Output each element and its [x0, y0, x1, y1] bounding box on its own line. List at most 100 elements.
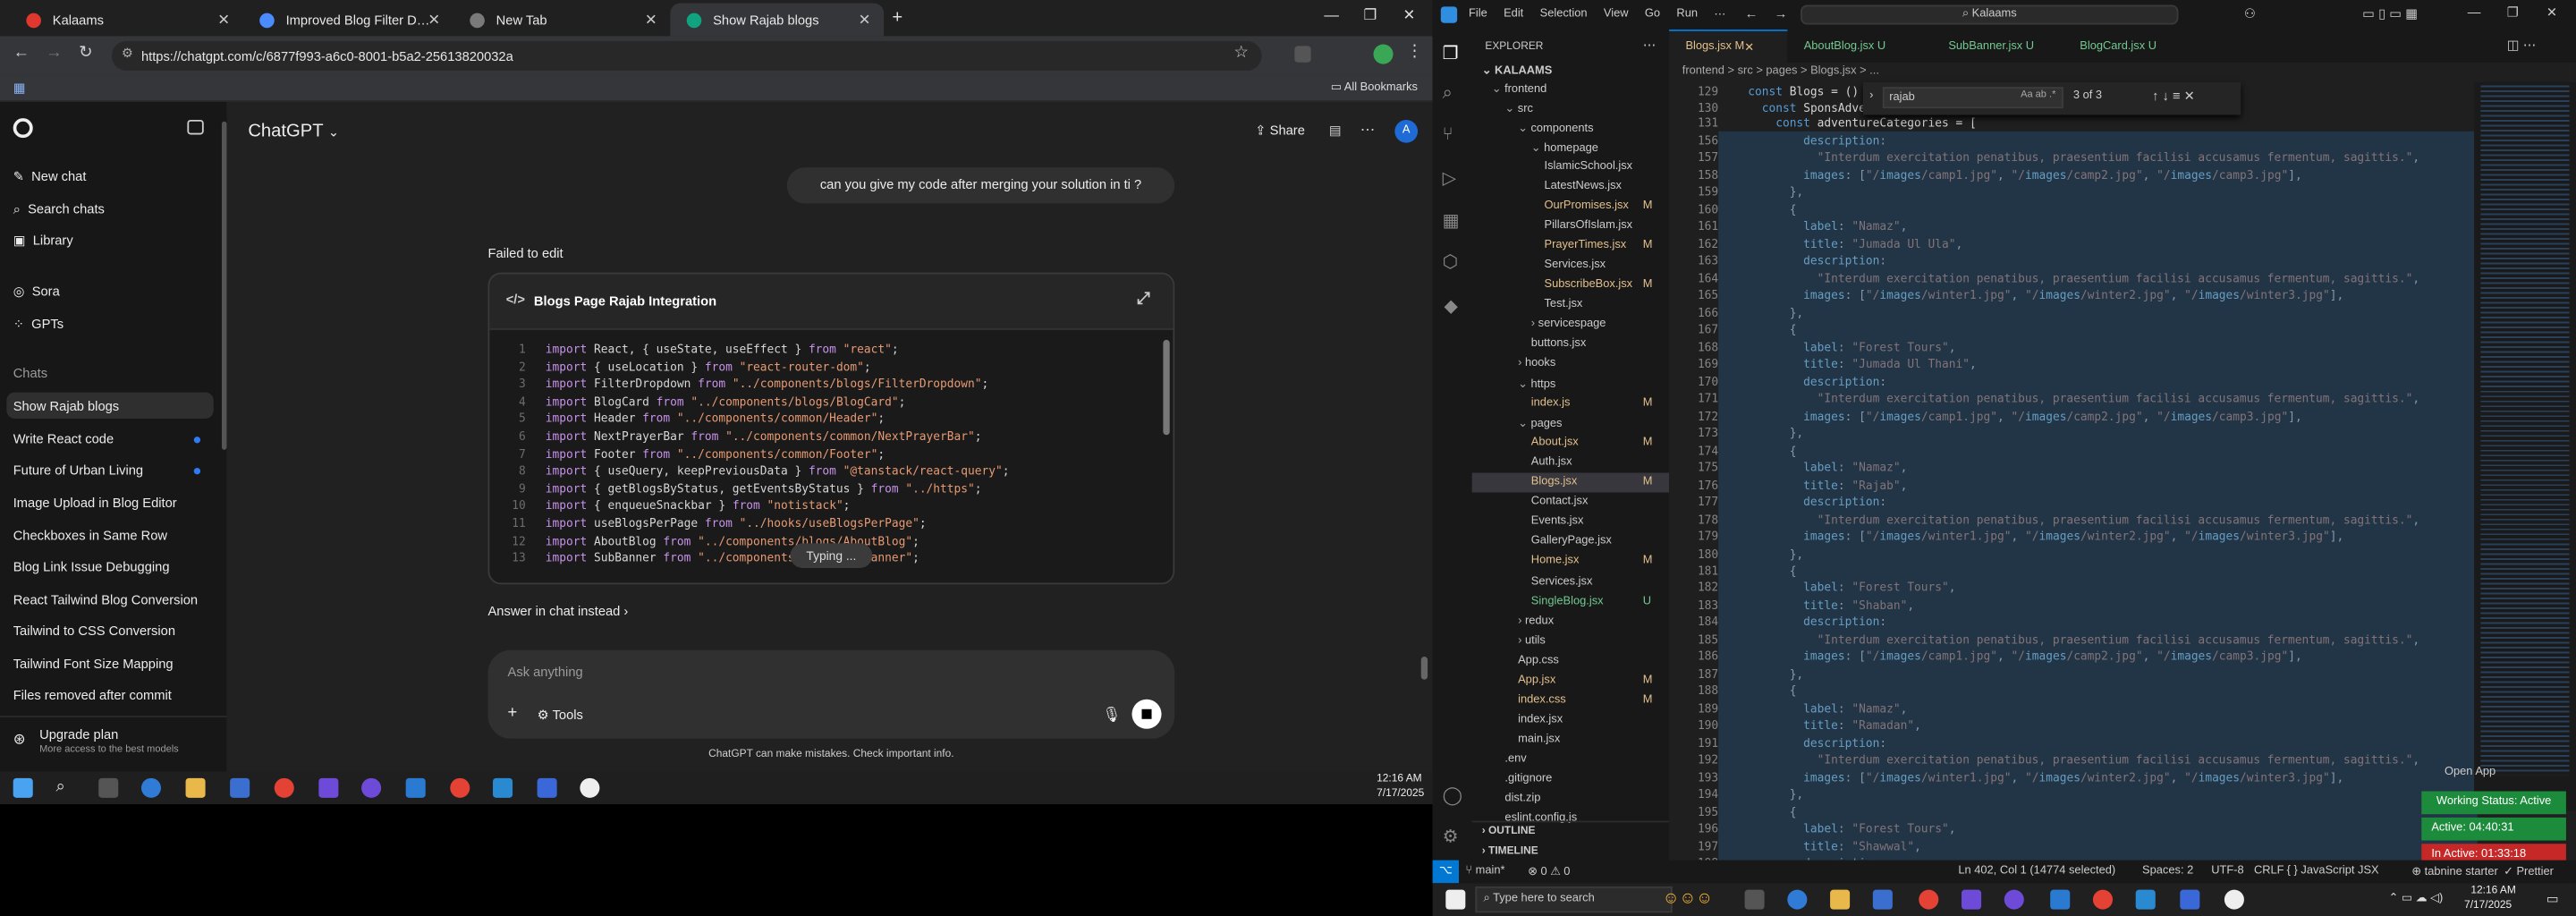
prettier-status[interactable]: ✓ Prettier: [2504, 865, 2554, 878]
tree-file[interactable]: Blogs.jsx: [1531, 477, 1577, 488]
accounts-icon[interactable]: ◯: [1443, 785, 1463, 806]
tab-subbanner[interactable]: SubBanner.jsx U: [1932, 30, 2063, 63]
minimize-icon[interactable]: —: [2468, 5, 2481, 21]
chat-item[interactable]: Write React code: [13, 432, 114, 447]
browser-tab-filter[interactable]: Improved Blog Filter Dropdown ✕: [243, 4, 453, 37]
edge-icon[interactable]: [1787, 889, 1808, 910]
canvas-scrollbar[interactable]: [1163, 339, 1170, 436]
expand-icon[interactable]: ⤢: [1137, 291, 1150, 309]
tree-folder[interactable]: ⌄ https: [1518, 378, 1555, 391]
cursor-position[interactable]: Ln 402, Col 1 (14774 selected): [1958, 865, 2115, 877]
emoji-widget-icon[interactable]: ☺☺☺: [1663, 890, 1713, 908]
chat-item[interactable]: Show Rajab blogs: [13, 399, 119, 414]
search-icon[interactable]: ⌕: [1443, 84, 1453, 106]
tree-folder[interactable]: › redux: [1518, 615, 1554, 626]
tree-folder[interactable]: ⌄ pages: [1518, 418, 1562, 431]
share-button[interactable]: ⇪ Share: [1255, 123, 1305, 139]
mongodb-icon[interactable]: ◆: [1444, 295, 1458, 317]
tree-folder[interactable]: ⌄ components: [1518, 122, 1593, 135]
file-explorer-icon[interactable]: [1830, 889, 1851, 910]
search-chats-button[interactable]: ⌕ Search chats: [13, 202, 105, 218]
chat-item[interactable]: React Tailwind Blog Conversion: [13, 592, 198, 607]
tree-file[interactable]: Auth.jsx: [1531, 457, 1572, 469]
forward-icon[interactable]: →: [1775, 6, 1788, 21]
tree-file[interactable]: SingleBlog.jsx: [1531, 595, 1604, 606]
stop-button[interactable]: [1131, 699, 1162, 729]
menu-file[interactable]: File: [1469, 8, 1487, 21]
profile-avatar[interactable]: [1373, 44, 1394, 64]
tree-folder[interactable]: › servicespage: [1531, 318, 1606, 330]
chrome-menu-icon[interactable]: ⋮: [1406, 43, 1422, 61]
chat-item[interactable]: Future of Urban Living: [13, 462, 143, 478]
plus-icon[interactable]: +: [508, 704, 518, 722]
tab-blogcard[interactable]: BlogCard.jsx U: [2063, 30, 2195, 63]
chrome-icon-2[interactable]: [450, 777, 470, 798]
run-debug-icon[interactable]: ▷: [1443, 167, 1457, 189]
reload-icon[interactable]: ↻: [79, 45, 92, 63]
menu-run[interactable]: Run: [1676, 8, 1698, 21]
bookmark-star-icon[interactable]: ☆: [1233, 45, 1248, 63]
app-icon[interactable]: [318, 777, 339, 798]
extensions-icon[interactable]: ▦: [1443, 210, 1460, 232]
back-icon[interactable]: ←: [1745, 6, 1758, 21]
explorer-icon[interactable]: ❐: [1443, 43, 1459, 64]
chat-item[interactable]: Files removed after commit: [13, 688, 172, 703]
tree-file[interactable]: PrayerTimes.jsx: [1544, 240, 1626, 251]
maximize-icon[interactable]: ❐: [2507, 5, 2519, 21]
prompt-input[interactable]: Ask anything: [508, 665, 583, 680]
tree-file[interactable]: PillarsOfIslam.jsx: [1544, 220, 1632, 232]
openai-logo-icon[interactable]: [13, 118, 33, 139]
browser-tab-newtab[interactable]: New Tab ✕: [453, 4, 670, 37]
explorer-more-icon[interactable]: ⋯: [1643, 38, 1657, 53]
library-button[interactable]: ▣ Library: [13, 233, 73, 249]
chat-item[interactable]: Tailwind to CSS Conversion: [13, 623, 175, 639]
tree-file[interactable]: SubscribeBox.jsx: [1544, 279, 1632, 291]
copilot-icon[interactable]: ⚇: [2244, 6, 2256, 21]
indentation[interactable]: Spaces: 2: [2142, 865, 2193, 877]
extension-icon[interactable]: [1294, 46, 1311, 63]
microphone-icon[interactable]: 🎙: [1102, 706, 1121, 724]
tree-file[interactable]: IslamicSchool.jsx: [1544, 161, 1632, 173]
browser-tab-active[interactable]: Show Rajab blogs ✕: [670, 3, 885, 37]
close-icon[interactable]: ✕: [859, 11, 871, 29]
tree-folder[interactable]: ⌄ homepage: [1531, 141, 1598, 155]
open-app-button[interactable]: Open App: [2445, 767, 2496, 778]
menu-view[interactable]: View: [1604, 8, 1629, 21]
line-ending[interactable]: CRLF: [2254, 865, 2284, 877]
taskbar-search[interactable]: ⌕ Type here to search: [1475, 886, 1673, 913]
minimap[interactable]: [2474, 81, 2576, 811]
answer-in-chat-link[interactable]: Answer in chat instead ›: [487, 604, 628, 619]
main-scrollbar[interactable]: [1420, 657, 1428, 680]
tab-aboutblog[interactable]: AboutBlog.jsx U: [1787, 30, 1932, 63]
sora-button[interactable]: ◎ Sora: [13, 284, 60, 299]
tree-file[interactable]: index.jsx: [1518, 714, 1563, 725]
problems-indicator[interactable]: ⊗ 0 ⚠ 0: [1528, 865, 1570, 878]
user-avatar[interactable]: A: [1394, 119, 1419, 143]
code-editor[interactable]: 156 description: 157 "Interdum exercitati…: [1669, 131, 2474, 860]
chrome-icon-2[interactable]: [2092, 889, 2113, 910]
tree-file[interactable]: dist.zip: [1504, 793, 1540, 804]
tree-file[interactable]: OurPromises.jsx: [1544, 200, 1628, 212]
menu-more-icon[interactable]: ⋯: [1714, 8, 1725, 21]
tree-file[interactable]: Services.jsx: [1531, 575, 1593, 587]
upgrade-plan-button[interactable]: Upgrade plan: [39, 727, 118, 742]
windows-start-icon[interactable]: [1445, 889, 1466, 910]
tree-file[interactable]: LatestNews.jsx: [1544, 181, 1621, 192]
store-icon[interactable]: [1872, 889, 1893, 910]
chat-item[interactable]: Blog Link Issue Debugging: [13, 560, 170, 575]
remote-indicator-icon[interactable]: ⌥: [1432, 860, 1459, 884]
back-icon[interactable]: ←: [13, 45, 30, 63]
tree-file[interactable]: App.jsx: [1518, 674, 1555, 685]
app-icon-2[interactable]: [2224, 889, 2244, 910]
language-mode[interactable]: { } JavaScript JSX: [2287, 865, 2379, 877]
tree-file[interactable]: .env: [1504, 753, 1526, 765]
find-nav-icons[interactable]: ↑ ↓ ≡ ✕: [2152, 89, 2195, 104]
app-icon-2[interactable]: [580, 777, 600, 798]
timeline-section[interactable]: › TIMELINE: [1482, 845, 1538, 857]
chrome-icon[interactable]: [1919, 889, 1939, 910]
tree-file[interactable]: About.jsx: [1531, 437, 1579, 449]
tree-file[interactable]: Home.jsx: [1531, 556, 1580, 567]
tree-folder[interactable]: › hooks: [1518, 359, 1555, 370]
photos-icon[interactable]: [2135, 889, 2156, 910]
split-editor-icon[interactable]: ◫ ⋯: [2507, 38, 2537, 53]
